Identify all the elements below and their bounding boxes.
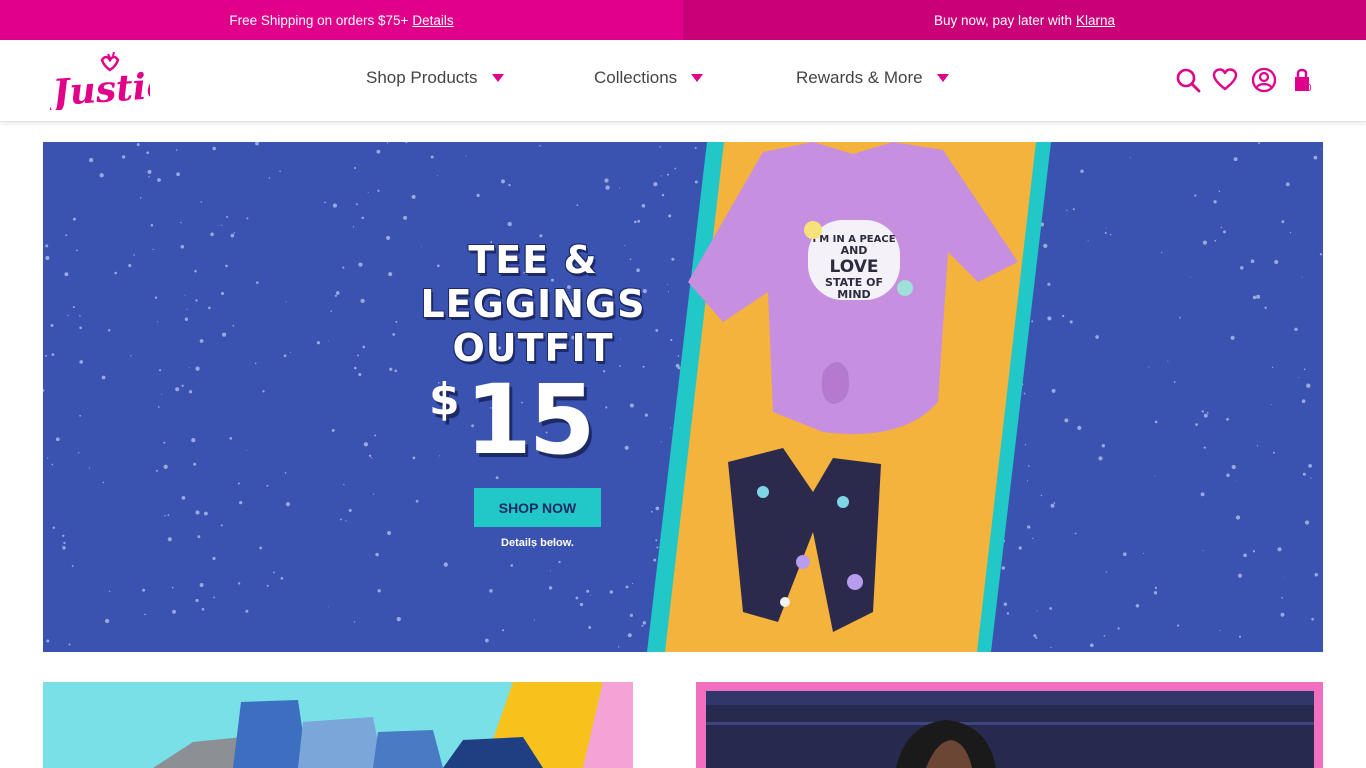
hero-line-2: LEGGINGS <box>420 282 646 326</box>
promo-bar: Free Shipping on orders $75+ Details Buy… <box>0 0 1366 40</box>
hero-headline: TEE & LEGGINGS OUTFIT <box>413 238 653 370</box>
hero-banner[interactable]: I'M IN A PEACE AND LOVE STATE OF MIND TE… <box>43 142 1323 652</box>
jeans-promo-tile[interactable] <box>43 682 633 768</box>
hero-background: I'M IN A PEACE AND LOVE STATE OF MIND <box>43 142 1323 652</box>
free-shipping-text: Free Shipping on orders $75+ <box>229 12 409 28</box>
featured-tile-image <box>696 682 1323 768</box>
featured-promo-tile[interactable] <box>696 682 1323 768</box>
nav-shop-products[interactable]: Shop Products <box>366 68 504 88</box>
hero-line-1: TEE & <box>468 238 598 282</box>
bag-count-badge: 0 <box>1306 83 1312 94</box>
klarna-text: Buy now, pay later with <box>933 12 1073 28</box>
bag-icon[interactable] <box>1290 67 1316 93</box>
shop-now-button[interactable]: SHOP NOW <box>474 488 601 527</box>
site-header: Justice Shop Products Collections Reward… <box>0 40 1366 122</box>
caret-down-icon <box>936 74 949 82</box>
caret-down-icon <box>691 74 704 82</box>
klarna-link[interactable]: Klarna <box>1076 13 1115 28</box>
nav-collections[interactable]: Collections <box>594 68 704 88</box>
caret-down-icon <box>491 74 504 82</box>
price-currency: $ <box>429 374 460 425</box>
shipping-details-link[interactable]: Details <box>412 13 453 28</box>
nav-shop-products-label: Shop Products <box>366 68 478 87</box>
svg-text:AND: AND <box>841 244 868 257</box>
jeans-tile-image <box>43 682 633 768</box>
hero-fineprint: Details below. <box>501 537 574 549</box>
user-icon[interactable] <box>1251 67 1277 93</box>
svg-text:LOVE: LOVE <box>830 257 879 277</box>
nav-rewards-more-label: Rewards & More <box>796 68 923 87</box>
search-icon[interactable] <box>1175 67 1201 93</box>
nav-rewards-more[interactable]: Rewards & More <box>796 68 949 88</box>
svg-text:MIND: MIND <box>837 288 870 301</box>
klarna-promo: Buy now, pay later with Klarna <box>683 0 1366 40</box>
justice-logo[interactable]: Justice <box>50 52 150 110</box>
free-shipping-promo: Free Shipping on orders $75+ Details <box>0 0 683 40</box>
heart-icon[interactable] <box>1212 67 1238 93</box>
svg-text:Justice: Justice <box>50 63 150 110</box>
price-amount: 15 <box>465 364 596 476</box>
nav-collections-label: Collections <box>594 68 678 87</box>
